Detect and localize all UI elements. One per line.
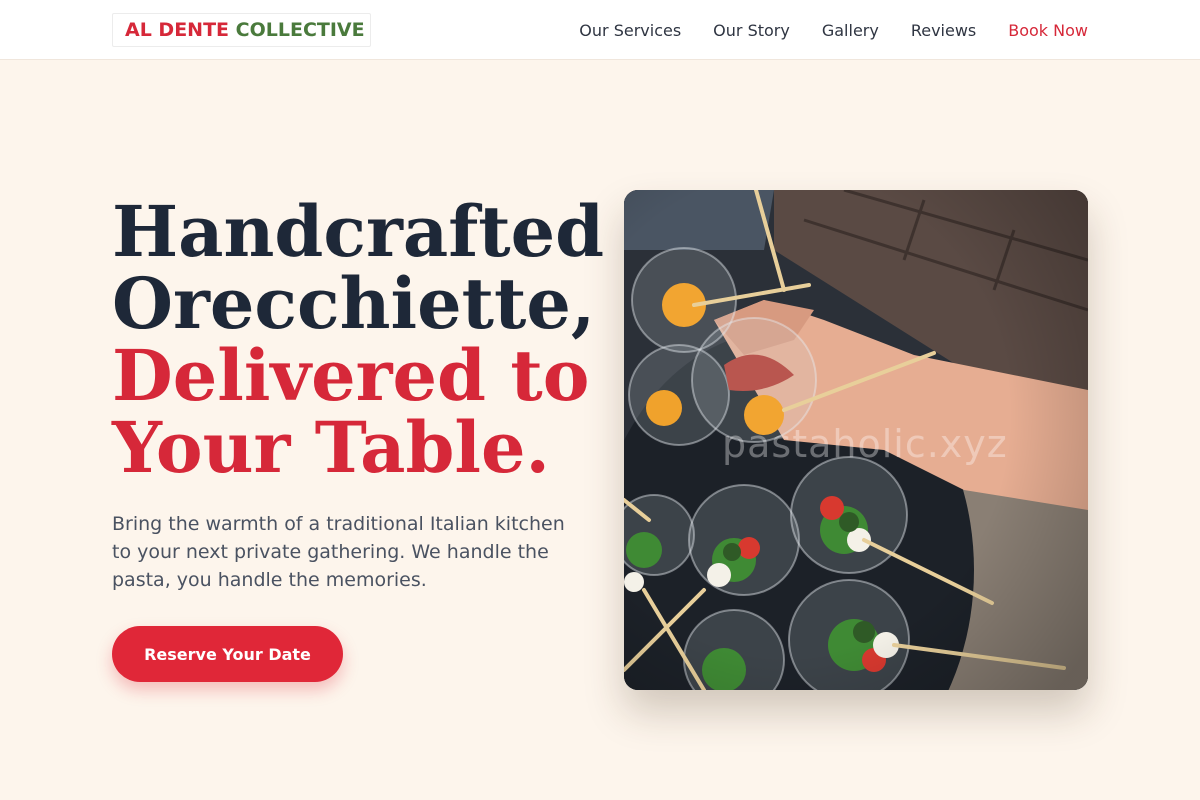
hero-headline: Handcrafted Orecchiette, Delivered to Yo…	[112, 196, 604, 484]
hero-photo: pastaholic.xyz	[624, 190, 1088, 690]
top-nav: AL DENTE COLLECTIVE Our Services Our Sto…	[0, 0, 1200, 60]
image-watermark: pastaholic.xyz	[722, 422, 1008, 466]
headline-line-3: Delivered to	[112, 334, 590, 417]
reserve-date-button[interactable]: Reserve Your Date	[112, 626, 343, 682]
hero-subtext: Bring the warmth of a traditional Italia…	[112, 513, 565, 591]
nav-link-reviews[interactable]: Reviews	[911, 21, 976, 40]
nav-link-gallery[interactable]: Gallery	[822, 21, 879, 40]
headline-line-1: Handcrafted	[112, 190, 605, 273]
brand-name-part2: COLLECTIVE	[235, 19, 365, 41]
headline-line-2: Orecchiette,	[112, 262, 596, 345]
brand-logo[interactable]: AL DENTE COLLECTIVE	[112, 13, 371, 47]
headline-line-4: Your Table.	[112, 406, 550, 489]
main-menu: Our Services Our Story Gallery Reviews B…	[547, 0, 1088, 60]
nav-link-book-now[interactable]: Book Now	[1008, 21, 1088, 40]
brand-name-part1: AL DENTE	[125, 19, 230, 41]
nav-link-our-story[interactable]: Our Story	[713, 21, 790, 40]
nav-link-our-services[interactable]: Our Services	[579, 21, 681, 40]
